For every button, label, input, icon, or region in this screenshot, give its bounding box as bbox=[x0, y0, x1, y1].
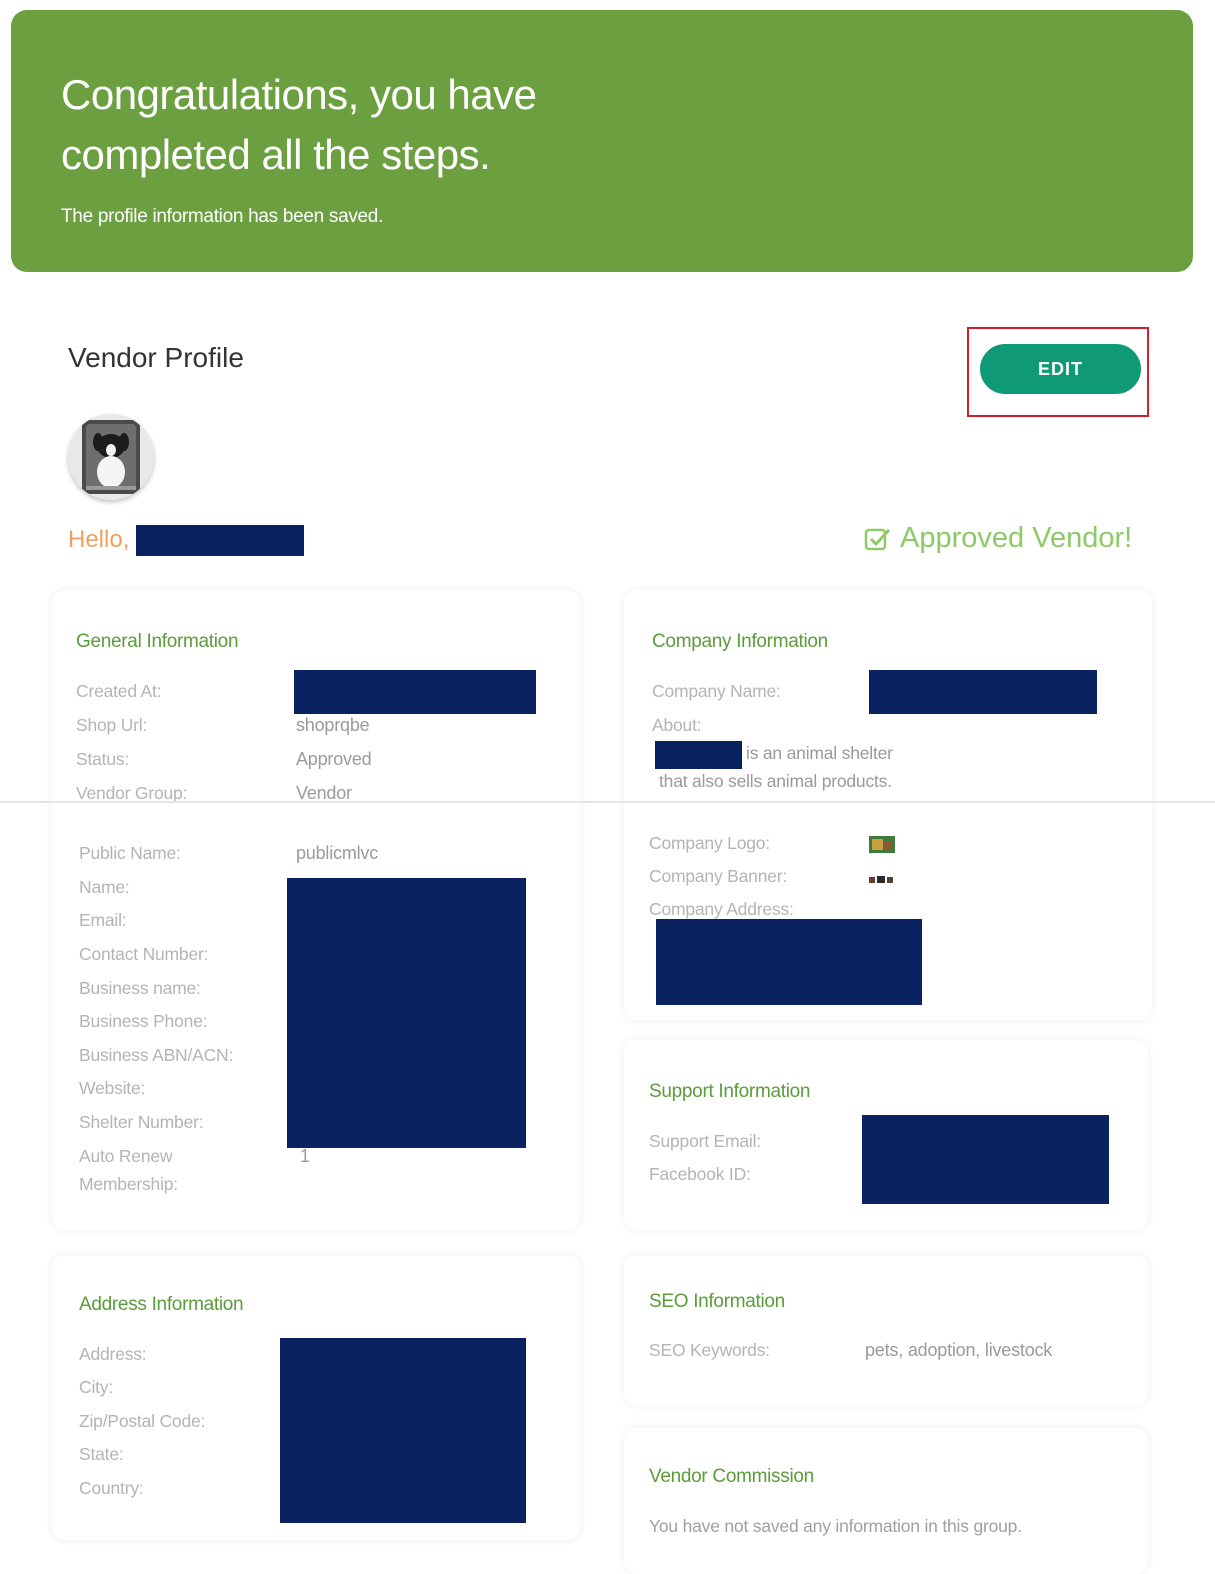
about-label: About: bbox=[652, 715, 702, 735]
zip-label: Zip/Postal Code: bbox=[79, 1411, 206, 1431]
auto-renew-label-line2: Membership: bbox=[79, 1174, 178, 1194]
seo-information-title: SEO Information bbox=[649, 1291, 785, 1312]
about-line-1: is an animal shelter bbox=[746, 743, 893, 763]
check-square-icon bbox=[864, 528, 891, 550]
company-logo-label: Company Logo: bbox=[649, 833, 770, 853]
name-label: Name: bbox=[79, 877, 130, 897]
vendor-commission-message: You have not saved any information in th… bbox=[649, 1516, 1022, 1536]
company-banner-label: Company Banner: bbox=[649, 866, 788, 886]
seo-keywords-label: SEO Keywords: bbox=[649, 1340, 770, 1360]
company-banner-image bbox=[868, 874, 894, 885]
public-name-label: Public Name: bbox=[79, 843, 181, 863]
company-address-label: Company Address: bbox=[649, 899, 794, 919]
support-email-label: Support Email: bbox=[649, 1131, 761, 1151]
address-label: Address: bbox=[79, 1344, 147, 1364]
screenshot-divider bbox=[0, 801, 1215, 803]
shop-url-label: Shop Url: bbox=[76, 715, 148, 735]
banner-subtitle: The profile information has been saved. bbox=[61, 206, 384, 227]
dog-avatar-image bbox=[68, 414, 154, 500]
facebook-id-label: Facebook ID: bbox=[649, 1164, 751, 1184]
redacted-general-details bbox=[287, 878, 526, 1148]
city-label: City: bbox=[79, 1377, 114, 1397]
created-at-label: Created At: bbox=[76, 681, 162, 701]
state-label: State: bbox=[79, 1444, 124, 1464]
avatar bbox=[68, 414, 154, 500]
vendor-commission-title: Vendor Commission bbox=[649, 1466, 814, 1487]
shop-url-value: shoprqbe bbox=[296, 715, 370, 735]
redacted-about-name bbox=[655, 741, 742, 769]
company-logo-image bbox=[869, 836, 895, 853]
business-name-label: Business name: bbox=[79, 978, 201, 998]
seo-keywords-value: pets, adoption, livestock bbox=[865, 1340, 1053, 1360]
auto-renew-label-line1: Auto Renew bbox=[79, 1146, 173, 1166]
vendor-commission-card bbox=[624, 1428, 1148, 1574]
support-information-title: Support Information bbox=[649, 1081, 811, 1102]
redacted-company-name bbox=[869, 670, 1097, 714]
website-label: Website: bbox=[79, 1078, 146, 1098]
company-information-title: Company Information bbox=[652, 631, 828, 652]
general-information-title: General Information bbox=[76, 631, 239, 652]
country-label: Country: bbox=[79, 1478, 144, 1498]
approved-vendor-text: Approved Vendor! bbox=[900, 522, 1133, 554]
address-information-title: Address Information bbox=[79, 1294, 244, 1315]
seo-information-card bbox=[624, 1255, 1148, 1405]
redacted-username bbox=[136, 525, 304, 556]
contact-number-label: Contact Number: bbox=[79, 944, 209, 964]
business-phone-label: Business Phone: bbox=[79, 1011, 208, 1031]
email-label: Email: bbox=[79, 910, 127, 930]
company-name-label: Company Name: bbox=[652, 681, 781, 701]
about-line-2: that also sells animal products. bbox=[659, 771, 892, 791]
page-title: Vendor Profile bbox=[68, 342, 244, 373]
approved-vendor-badge: Approved Vendor! bbox=[864, 522, 1132, 555]
business-abn-label: Business ABN/ACN: bbox=[79, 1045, 234, 1065]
redacted-company-address bbox=[656, 919, 922, 1005]
redacted-support-details bbox=[862, 1115, 1109, 1204]
status-value: Approved bbox=[296, 749, 372, 769]
shelter-number-label: Shelter Number: bbox=[79, 1112, 204, 1132]
success-banner: Congratulations, you have completed all … bbox=[11, 10, 1193, 272]
public-name-value: publicmlvc bbox=[296, 843, 379, 863]
edit-button[interactable]: EDIT bbox=[980, 344, 1141, 394]
redacted-created-at bbox=[294, 670, 536, 714]
auto-renew-value: 1 bbox=[300, 1146, 310, 1166]
banner-title: Congratulations, you have completed all … bbox=[61, 71, 537, 178]
redacted-address-details bbox=[280, 1338, 526, 1523]
hello-greeting: Hello, bbox=[68, 526, 130, 553]
status-label: Status: bbox=[76, 749, 130, 769]
